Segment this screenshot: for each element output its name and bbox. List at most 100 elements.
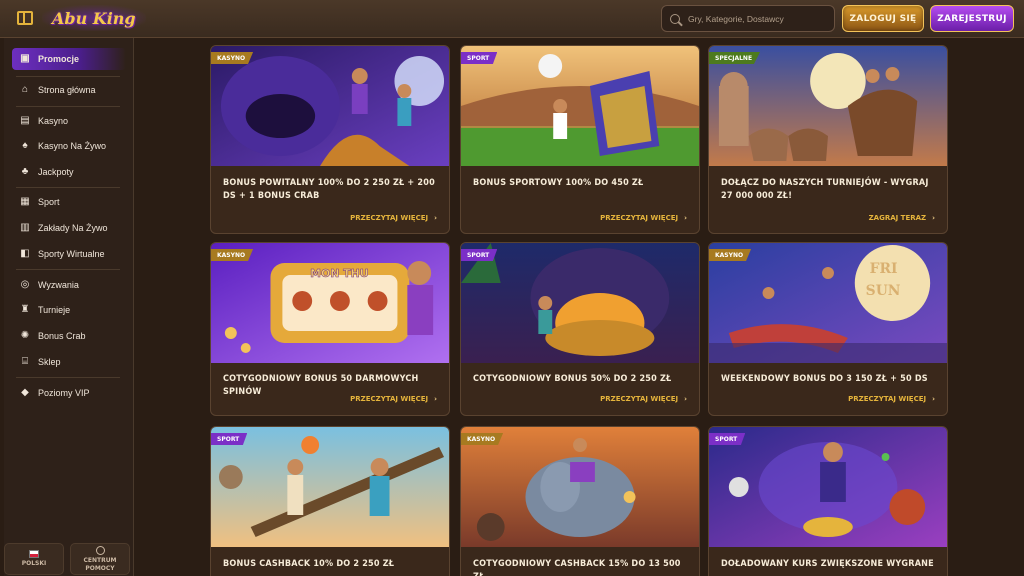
chevron-right-icon: ›	[932, 214, 935, 222]
sidebar-divider	[16, 269, 120, 270]
promo-image-stadium	[461, 46, 699, 166]
shop-icon: ⌸	[22, 356, 28, 367]
read-more-link[interactable]: PRZECZYTAJ WIĘCEJ ›	[600, 214, 687, 222]
sidebar-item-label: Sporty Wirtualne	[38, 249, 105, 259]
sidebar-divider	[16, 377, 120, 378]
slot-day-label: MON THU	[310, 267, 368, 280]
sidebar-item-turnieje[interactable]: ♜ Turnieje	[12, 299, 126, 321]
sidebar-item-label: Wyzwania	[38, 280, 79, 290]
sidebar-item-label: Kasyno	[38, 116, 69, 126]
live-casino-icon: ♠	[22, 140, 28, 151]
category-tag: KASYNO	[461, 433, 504, 445]
promo-card[interactable]: SPORT COTYGODNIOWY BONUS 50% DO 2 250 ZŁ…	[460, 242, 700, 416]
sidebar-toggle-icon[interactable]	[17, 11, 33, 25]
medal-icon: ◎	[20, 279, 30, 290]
promo-title: BONUS POWITALNY 100% DO 2 250 ZŁ + 200 D…	[223, 178, 435, 201]
sidebar-item-bonus-crab[interactable]: ✺ Bonus Crab	[12, 325, 126, 347]
promo-title: DOŁADOWANY KURS ZWIĘKSZONE WYGRANE	[721, 559, 934, 569]
help-icon	[95, 546, 105, 556]
promo-image-treasure-cave	[461, 243, 699, 363]
weekend-label-fri: FRI	[870, 261, 898, 277]
help-label-line2: POMOCY	[85, 564, 115, 572]
read-more-link[interactable]: PRZECZYTAJ WIĘCEJ ›	[350, 214, 437, 222]
sidebar-item-kasyno-na-zywo[interactable]: ♠ Kasyno Na Żywo	[12, 135, 126, 157]
sidebar-item-label: Turnieje	[38, 305, 71, 315]
sidebar-item-wyzwania[interactable]: ◎ Wyzwania	[12, 274, 126, 296]
search-placeholder: Gry, Kategorie, Dostawcy	[688, 13, 784, 24]
language-label: POLSKI	[21, 560, 47, 568]
promo-title: BONUS SPORTOWY 100% DO 450 ZŁ	[473, 178, 644, 188]
casino-icon: ▤	[20, 115, 30, 126]
promo-image-elephant	[461, 427, 699, 547]
category-tag: SPORT	[211, 433, 248, 445]
promo-card[interactable]: KASYNO BONUS POWITALNY 100% DO 2 250 ZŁ …	[210, 45, 450, 234]
sidebar-item-jackpoty[interactable]: ♣ Jackpoty	[12, 161, 126, 183]
promo-card[interactable]: MON THU KASYNO COTYGODNIOWY BONUS 50 DAR…	[210, 242, 450, 416]
read-more-link[interactable]: PRZECZYTAJ WIĘCEJ ›	[600, 395, 687, 403]
sidebar-item-label: Sport	[38, 197, 60, 207]
promo-card[interactable]: SPORT BONUS SPORTOWY 100% DO 450 ZŁ PRZE…	[460, 45, 700, 234]
category-tag: KASYNO	[211, 52, 254, 64]
promo-image-horses	[709, 46, 947, 166]
site-logo[interactable]: Abu King	[42, 5, 146, 31]
sidebar-item-zaklady-na-zywo[interactable]: ▥ Zakłady Na Żywo	[12, 217, 126, 239]
sidebar: ▣ Promocje ⌂ Strona główna ▤ Kasyno ♠ Kasyno…	[4, 38, 134, 576]
sidebar-item-label: Jackpoty	[38, 167, 74, 177]
top-bar: Abu King Gry, Kategorie, Dostawcy ZALOGU…	[0, 0, 1024, 38]
chevron-right-icon: ›	[434, 214, 437, 222]
sidebar-item-label: Bonus Crab	[38, 331, 86, 341]
sidebar-divider	[16, 187, 120, 188]
read-more-link[interactable]: PRZECZYTAJ WIĘCEJ ›	[350, 395, 437, 403]
sidebar-item-promocje[interactable]: ▣ Promocje	[12, 48, 126, 70]
sidebar-item-home[interactable]: ⌂ Strona główna	[12, 79, 126, 101]
chevron-right-icon: ›	[684, 395, 687, 403]
sidebar-divider	[16, 76, 120, 77]
crab-icon: ✺	[20, 330, 30, 341]
chevron-right-icon: ›	[932, 395, 935, 403]
promo-card[interactable]: SPECJALNE DOŁĄCZ DO NASZYCH TURNIEJÓW - …	[708, 45, 948, 234]
sidebar-item-poziomy-vip[interactable]: ◆ Poziomy VIP	[12, 382, 126, 404]
weekend-label-sun: SUN	[866, 283, 901, 299]
category-tag: SPORT	[709, 433, 746, 445]
help-label-line1: CENTRUM	[83, 557, 117, 565]
chevron-right-icon: ›	[684, 214, 687, 222]
category-tag: KASYNO	[211, 249, 254, 261]
promo-image-magic-carpet: FRI SUN	[709, 243, 947, 363]
login-button[interactable]: ZALOGUJ SIĘ	[842, 5, 924, 32]
sidebar-item-label: Kasyno Na Żywo	[38, 141, 107, 151]
sidebar-item-sklep[interactable]: ⌸ Sklep	[12, 351, 126, 373]
promo-card[interactable]: FRI SUN KASYNO WEEKENDOWY BONUS DO 3 150…	[708, 242, 948, 416]
promo-card[interactable]: SPORT DOŁADOWANY KURS ZWIĘKSZONE WYGRANE	[708, 426, 948, 576]
clover-icon: ♣	[21, 166, 29, 177]
poland-flag-icon	[29, 550, 39, 559]
promo-title: COTYGODNIOWY CASHBACK 15% DO 13 500 ZŁ	[473, 559, 681, 576]
sport-icon: ▦	[20, 196, 30, 207]
search-icon	[670, 13, 680, 24]
category-tag: SPECJALNE	[709, 52, 761, 64]
promo-card[interactable]: KASYNO COTYGODNIOWY CASHBACK 15% DO 13 5…	[460, 426, 700, 576]
chevron-right-icon: ›	[434, 395, 437, 403]
sidebar-item-label: Strona główna	[38, 85, 96, 95]
promo-image-volleyball	[211, 427, 449, 547]
home-icon: ⌂	[21, 84, 29, 95]
search-input[interactable]: Gry, Kategorie, Dostawcy	[661, 5, 835, 32]
promo-image-genie	[211, 46, 449, 166]
promo-title: COTYGODNIOWY BONUS 50% DO 2 250 ZŁ	[473, 374, 672, 384]
category-tag: SPORT	[461, 52, 498, 64]
sidebar-item-label: Promocje	[38, 54, 80, 64]
read-more-link[interactable]: PRZECZYTAJ WIĘCEJ ›	[848, 395, 935, 403]
register-button[interactable]: ZAREJESTRUJ	[930, 5, 1014, 32]
promo-title: WEEKENDOWY BONUS DO 3 150 ZŁ + 50 DS	[721, 374, 928, 384]
sidebar-item-sport[interactable]: ▦ Sport	[12, 191, 126, 213]
diamond-icon: ◆	[21, 387, 29, 398]
promo-card[interactable]: SPORT BONUS CASHBACK 10% DO 2 250 ZŁ	[210, 426, 450, 576]
language-selector[interactable]: POLSKI	[4, 543, 64, 575]
help-center-button[interactable]: CENTRUM POMOCY	[70, 543, 130, 575]
sidebar-item-sporty-wirtualne[interactable]: ◧ Sporty Wirtualne	[12, 243, 126, 265]
trophy-icon: ♜	[20, 304, 30, 315]
gift-icon: ▣	[20, 53, 30, 64]
play-now-link[interactable]: ZAGRAJ TERAZ ›	[869, 214, 935, 222]
sidebar-item-label: Zakłady Na Żywo	[38, 223, 108, 233]
sidebar-item-kasyno[interactable]: ▤ Kasyno	[12, 110, 126, 132]
live-bet-icon: ▥	[20, 222, 30, 233]
